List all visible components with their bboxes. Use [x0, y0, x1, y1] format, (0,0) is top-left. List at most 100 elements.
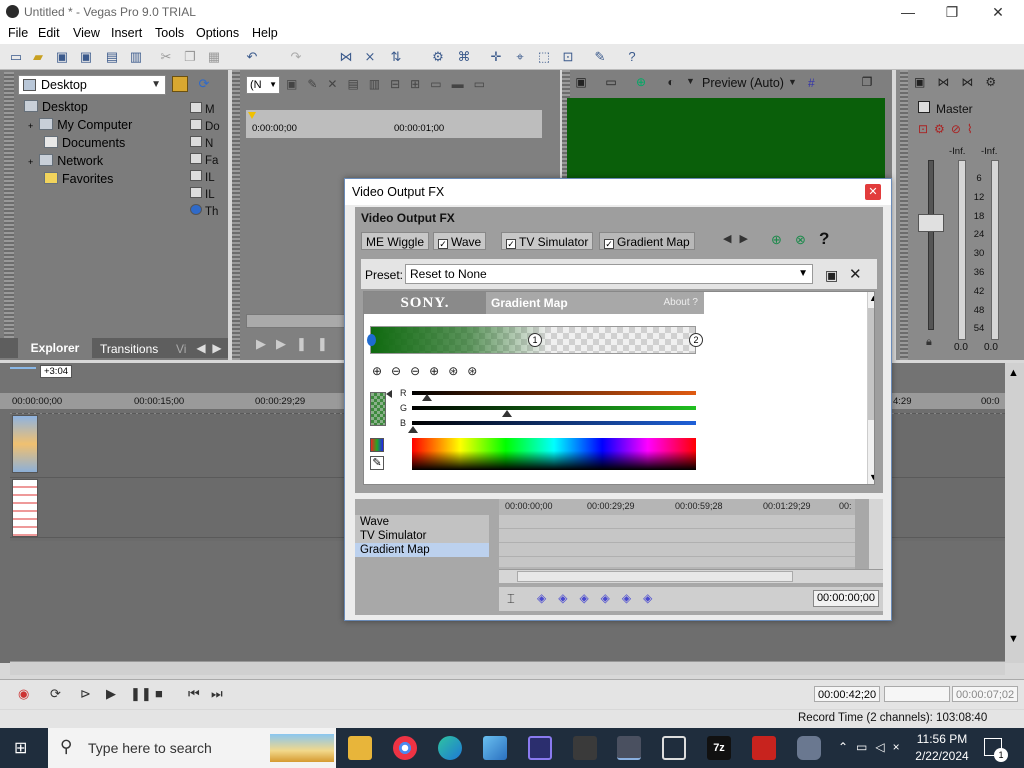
fx-tab-wave[interactable]: ✓ Wave [433, 232, 487, 250]
fx-tab-tv-simulator[interactable]: ✓ TV Simulator [501, 232, 594, 250]
green-slider[interactable] [412, 406, 696, 410]
tab-explorer[interactable]: Explorer [18, 338, 92, 358]
tree-item-documents[interactable]: Documents [44, 136, 125, 150]
ignore-grouping-icon[interactable]: ⌘ [456, 49, 472, 65]
list-item[interactable]: M [190, 102, 220, 119]
red-slider-thumb[interactable] [422, 394, 432, 401]
sync-cursor-icon[interactable]: ⌶ [507, 591, 515, 607]
green-slider-thumb[interactable] [502, 410, 512, 417]
list-item[interactable]: N [190, 136, 220, 153]
lock-icon[interactable]: 🔒︎ [926, 336, 932, 349]
eyedropper-icon[interactable]: ✎ [370, 456, 384, 470]
trimmer-transport[interactable]: ▶▶❚❚ [256, 336, 352, 354]
menu-tools[interactable]: Tools [155, 26, 184, 40]
render-icon[interactable]: ▤ [104, 49, 120, 65]
marker-tools[interactable]: ⊕⊖⊖⊕⊛⊛ [372, 364, 512, 378]
refresh-icon[interactable]: ⟳ [196, 76, 212, 92]
overlays-icon[interactable]: # [808, 76, 815, 90]
keyframe-nav-buttons[interactable]: ◈◈◈◈◈◈ [537, 591, 664, 605]
properties-icon[interactable]: ▥ [128, 49, 144, 65]
color-palette-icon[interactable] [370, 438, 384, 452]
scroll-thumb[interactable] [517, 571, 793, 582]
plugin-vscroll[interactable]: ▲ ▼ [867, 292, 874, 484]
clipchamp-icon[interactable] [528, 736, 552, 760]
lock-envelopes-icon[interactable]: ⚙ [430, 49, 446, 65]
undo-icon[interactable]: ↶ [244, 49, 260, 65]
redo-icon[interactable]: ↷ [288, 49, 304, 65]
mixer-toolbar[interactable]: ▣⋈⋈⚙ [914, 75, 1014, 91]
record-icon[interactable]: ◉ [18, 686, 29, 702]
selection-start-display[interactable] [884, 686, 950, 702]
fx-enable-checkbox[interactable]: ✓ [438, 239, 448, 249]
loop-playback-icon[interactable]: ⟳ [50, 686, 61, 702]
preview-properties-icon[interactable]: ▣ [572, 75, 590, 91]
chain-list-tv-simulator[interactable]: TV Simulator [355, 529, 489, 543]
edge-icon[interactable] [438, 736, 462, 760]
chevron-down-icon[interactable]: ▼ [686, 76, 695, 86]
blue-slider[interactable] [412, 421, 696, 425]
chevron-down-icon[interactable]: ▼ [788, 77, 797, 87]
chrome-icon[interactable] [393, 736, 417, 760]
expand-icon[interactable]: + [28, 157, 33, 167]
fx-enable-checkbox[interactable]: ✓ [604, 239, 614, 249]
scroll-down-icon[interactable]: ▼ [1008, 633, 1019, 645]
master-fx-icons[interactable]: ⊡⚙⊘⌇ [918, 122, 979, 136]
dock-handle[interactable] [232, 70, 240, 360]
scroll-up-icon[interactable]: ▲ [869, 293, 874, 303]
list-item[interactable]: Fa [190, 153, 220, 170]
delete-preset-icon[interactable]: ✕ [849, 265, 862, 283]
scroll-up-icon[interactable]: ▲ [1008, 367, 1019, 379]
menu-edit[interactable]: Edit [38, 26, 60, 40]
remove-plugin-icon[interactable]: ⊗ [795, 232, 806, 248]
trimmer-toolbar[interactable]: ▣✎✕▤▥⊟⊞▭▬▭ [286, 77, 546, 93]
auto-crossfade-icon[interactable]: ⨯ [362, 49, 378, 65]
split-screen-icon[interactable]: ◐ [662, 75, 680, 91]
snap-icon[interactable]: ⋈ [338, 49, 354, 65]
tree-item-desktop[interactable]: Desktop [24, 100, 88, 114]
menu-insert[interactable]: Insert [111, 26, 142, 40]
gradient-start-handle[interactable] [367, 334, 376, 346]
whats-this-help-icon[interactable]: ? [624, 49, 640, 65]
plugin-chain-icon[interactable]: ⊕ [771, 232, 782, 248]
help-icon[interactable]: ? [819, 229, 829, 249]
chain-list-wave[interactable]: Wave [355, 515, 489, 529]
7zip-icon[interactable]: 7z [707, 736, 731, 760]
tree-item-network[interactable]: + Network [28, 154, 103, 168]
scroll-down-icon[interactable]: ▼ [869, 472, 874, 482]
keyframe-vscroll[interactable] [869, 499, 883, 569]
keyframe-rows[interactable] [499, 515, 855, 567]
location-combo[interactable]: Desktop ▼ [18, 75, 166, 95]
fx-enable-checkbox[interactable]: ✓ [506, 239, 516, 249]
save-preset-icon[interactable]: ▣ [825, 267, 838, 284]
red-slider[interactable] [412, 391, 696, 395]
gradient-bar[interactable]: 1 2 [367, 326, 703, 354]
minimize-button[interactable]: — [888, 2, 928, 22]
paste-icon[interactable]: ▦ [206, 49, 222, 65]
keyframe-timecode[interactable]: 00:00:00;00 [813, 590, 879, 607]
tab-scroll-right-icon[interactable]: ▶ [208, 340, 226, 356]
menu-file[interactable]: File [8, 26, 28, 40]
save-as-icon[interactable]: ▣ [78, 49, 94, 65]
clock-date[interactable]: 2/22/2024 [910, 749, 974, 763]
taskbar-search[interactable]: ⚲ Type here to search [48, 728, 336, 768]
keyframe-hscroll[interactable] [499, 569, 883, 583]
blue-slider-thumb[interactable] [408, 426, 418, 433]
play-from-start-icon[interactable]: ⊳ [80, 686, 91, 702]
zoom-tool-icon[interactable]: ⊡ [560, 49, 576, 65]
audio-clip[interactable] [12, 479, 38, 537]
trimmer-source-combo[interactable]: (N ▼ [246, 76, 280, 94]
open-folder-icon[interactable]: ▰ [30, 49, 46, 65]
ripple-edit-icon[interactable]: ⇅ [388, 49, 404, 65]
fx-tab-me-wiggle[interactable]: ME Wiggle [361, 232, 430, 250]
loop-region-bar[interactable] [10, 367, 36, 369]
dialog-close-button[interactable]: ✕ [865, 184, 881, 200]
menu-options[interactable]: Options [196, 26, 239, 40]
cut-icon[interactable]: ✂ [158, 49, 174, 65]
camera-icon[interactable] [797, 736, 821, 760]
list-item[interactable]: Th [190, 204, 220, 221]
new-file-icon[interactable]: ▭ [8, 49, 24, 65]
video-clip[interactable] [12, 415, 38, 473]
file-explorer-icon[interactable] [348, 736, 372, 760]
photos-icon[interactable] [483, 736, 507, 760]
script-icon[interactable]: ✎ [592, 49, 608, 65]
